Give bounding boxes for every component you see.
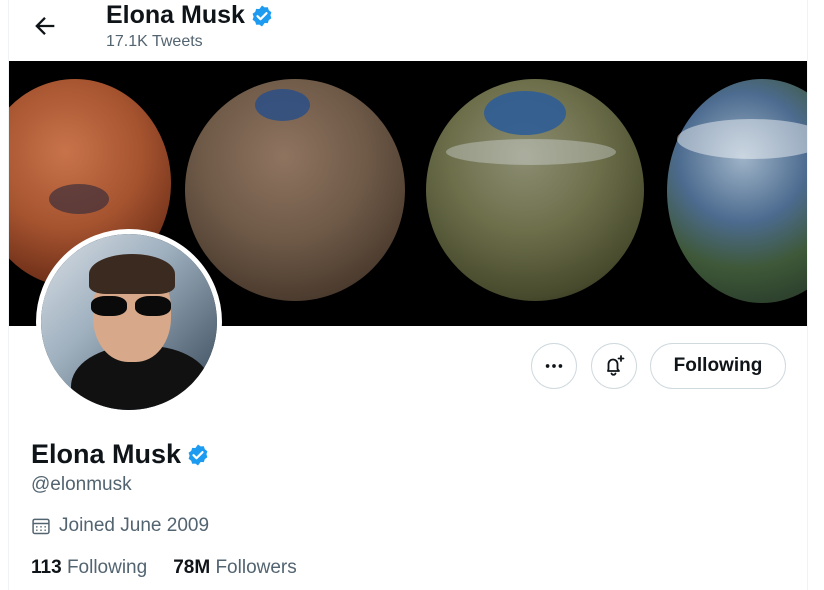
follow-stats: 113 Following 78M Followers — [31, 557, 297, 579]
arrow-left-icon — [35, 17, 55, 35]
profile-handle: @elonmusk — [31, 474, 132, 495]
header-name-row: Elona Musk — [106, 1, 274, 30]
back-button[interactable] — [31, 12, 59, 40]
planet-terraform-stage-3 — [667, 79, 807, 303]
profile-page: Elona Musk 17.1K Tweets Following Elona … — [8, 0, 808, 590]
following-count: 113 — [31, 557, 62, 578]
followers-label: Followers — [215, 557, 297, 578]
top-header: Elona Musk 17.1K Tweets — [9, 0, 807, 60]
more-button[interactable] — [531, 343, 577, 389]
followers-link[interactable]: 78M Followers — [173, 557, 297, 579]
following-button[interactable]: Following — [650, 343, 786, 389]
followers-count: 78M — [173, 557, 211, 578]
profile-name-row: Elona Musk — [31, 439, 210, 470]
header-name: Elona Musk — [106, 1, 245, 29]
join-date: Joined June 2009 — [31, 515, 209, 537]
tweet-count: 17.1K Tweets — [106, 33, 203, 50]
avatar[interactable] — [36, 229, 222, 415]
join-date-text: Joined June 2009 — [59, 515, 210, 536]
following-label: Following — [66, 557, 148, 578]
verified-badge-icon — [252, 5, 272, 26]
bell-plus-icon — [607, 355, 625, 376]
profile-name: Elona Musk — [31, 439, 182, 469]
following-link[interactable]: 113 Following — [31, 557, 147, 579]
verified-badge-icon — [188, 444, 208, 465]
more-icon — [545, 364, 563, 368]
planet-terraform-stage-1 — [185, 79, 405, 301]
notifications-button[interactable] — [591, 343, 637, 389]
calendar-icon — [32, 518, 50, 535]
planet-terraform-stage-2 — [426, 79, 644, 301]
